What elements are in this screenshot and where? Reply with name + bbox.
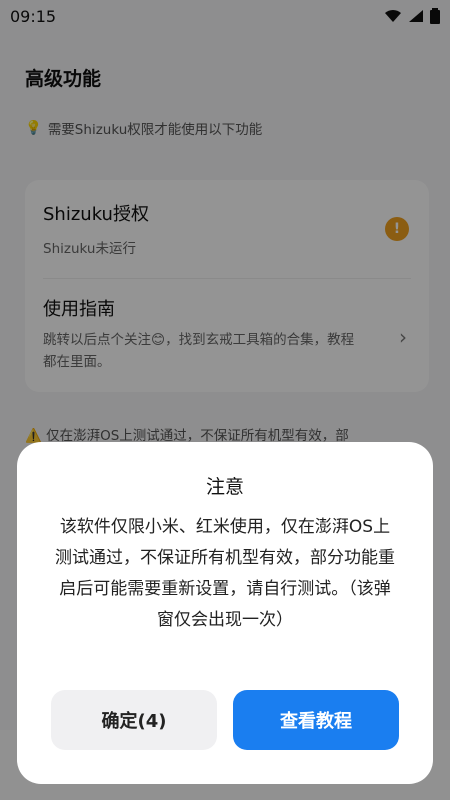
- dialog-title: 注意: [205, 476, 244, 498]
- confirm-button[interactable]: 确定(4): [51, 690, 217, 750]
- view-tutorial-button[interactable]: 查看教程: [233, 690, 399, 750]
- notice-dialog: 注意 该软件仅限小米、红米使用，仅在澎湃OS上测试通过，不保证所有机型有效，部分…: [17, 442, 433, 784]
- dialog-message: 该软件仅限小米、红米使用，仅在澎湃OS上测试通过，不保证所有机型有效，部分功能重…: [55, 517, 395, 630]
